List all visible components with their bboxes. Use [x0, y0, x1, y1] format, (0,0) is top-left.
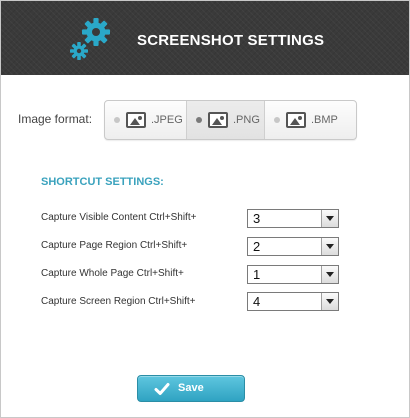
format-option-label: .JPEG: [151, 114, 183, 126]
shortcut-select-visible-content[interactable]: 3: [247, 209, 339, 228]
select-value: 3: [253, 211, 261, 226]
image-icon: [208, 112, 228, 128]
shortcut-label-page-region: Capture Page Region Ctrl+Shift+: [41, 240, 188, 251]
shortcut-select-whole-page[interactable]: 1: [247, 265, 339, 284]
save-button[interactable]: Save: [137, 375, 245, 402]
image-icon: [126, 112, 146, 128]
shortcut-select-screen-region[interactable]: 4: [247, 292, 339, 311]
chevron-down-icon[interactable]: [321, 210, 338, 227]
save-button-label: Save: [178, 382, 204, 394]
format-option-bmp[interactable]: .BMP: [265, 101, 356, 139]
select-value: 2: [253, 239, 261, 254]
image-format-label: Image format:: [18, 112, 93, 126]
shortcut-label-screen-region: Capture Screen Region Ctrl+Shift+: [41, 296, 196, 307]
select-value: 4: [253, 294, 261, 309]
settings-window: SCREENSHOT SETTINGS Image format: .JPEG …: [0, 0, 410, 418]
select-value: 1: [253, 267, 261, 282]
checkmark-icon: [154, 383, 170, 395]
shortcut-label-visible-content: Capture Visible Content Ctrl+Shift+: [41, 212, 197, 223]
shortcut-settings-heading: SHORTCUT SETTINGS:: [41, 176, 164, 188]
format-option-label: .PNG: [233, 114, 260, 126]
page-title: SCREENSHOT SETTINGS: [137, 32, 325, 49]
format-option-label: .BMP: [311, 114, 338, 126]
radio-dot-icon: [196, 117, 202, 123]
format-option-jpeg[interactable]: .JPEG: [105, 101, 187, 139]
chevron-down-icon[interactable]: [321, 293, 338, 310]
image-format-selector: .JPEG .PNG .BMP: [104, 100, 357, 140]
image-icon: [286, 112, 306, 128]
radio-dot-icon: [114, 117, 120, 123]
shortcut-label-whole-page: Capture Whole Page Ctrl+Shift+: [41, 268, 184, 279]
gears-icon: [70, 18, 110, 60]
radio-dot-icon: [274, 117, 280, 123]
shortcut-select-page-region[interactable]: 2: [247, 237, 339, 256]
chevron-down-icon[interactable]: [321, 238, 338, 255]
header-bar: SCREENSHOT SETTINGS: [1, 1, 409, 75]
chevron-down-icon[interactable]: [321, 266, 338, 283]
format-option-png[interactable]: .PNG: [187, 101, 265, 139]
